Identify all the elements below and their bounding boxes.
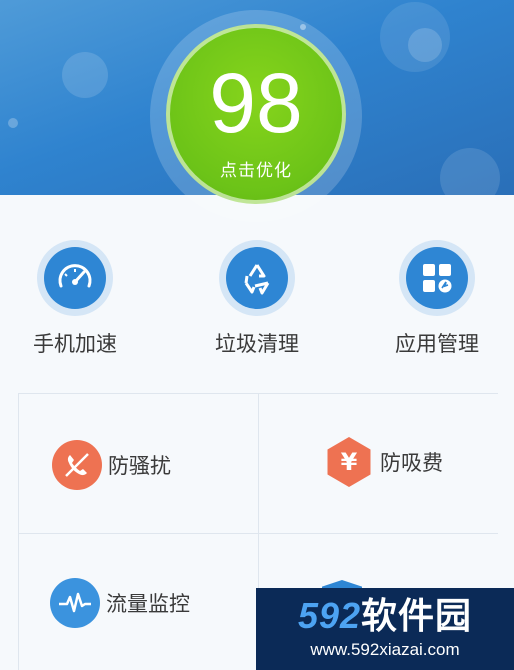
watermark-url: www.592xiazai.com xyxy=(310,640,460,659)
speedometer-icon xyxy=(44,247,106,309)
junk-clean-button[interactable]: 垃圾清理 xyxy=(182,240,332,370)
score-value: 98 xyxy=(209,56,303,150)
watermark-brand-number: 592 xyxy=(297,595,362,636)
feature-label: 防吸费 xyxy=(380,451,443,475)
tool-label: 手机加速 xyxy=(33,332,117,356)
tool-label: 应用管理 xyxy=(395,332,479,356)
anti-fee-button[interactable]: ¥ 防吸费 xyxy=(324,426,443,498)
decor-bubble xyxy=(440,148,500,195)
traffic-monitor-button[interactable]: 流量监控 xyxy=(50,567,190,639)
tool-label: 垃圾清理 xyxy=(215,332,299,356)
decor-bubble xyxy=(62,52,108,98)
anti-harassment-button[interactable]: 防骚扰 xyxy=(52,429,171,501)
feature-label: 防骚扰 xyxy=(108,454,171,478)
pulse-icon xyxy=(50,578,100,628)
watermark-brand-text: 软件园 xyxy=(361,595,473,636)
watermark-brand: 592软件园 xyxy=(256,594,514,638)
recycle-icon xyxy=(226,247,288,309)
optimize-score-button[interactable]: 98 点击优化 xyxy=(166,24,346,204)
divider xyxy=(18,394,19,670)
feature-label: 流量监控 xyxy=(106,592,190,616)
apps-grid-icon xyxy=(406,247,468,309)
decor-bubble xyxy=(408,28,442,62)
watermark-logo: 592软件园 www.592xiazai.com xyxy=(256,588,514,670)
blocked-phone-icon xyxy=(52,440,102,490)
yuan-icon: ¥ xyxy=(327,437,371,487)
phone-boost-button[interactable]: 手机加速 xyxy=(0,240,150,370)
decor-bubble xyxy=(8,118,18,128)
app-manage-button[interactable]: 应用管理 xyxy=(362,240,512,370)
optimize-label: 点击优化 xyxy=(220,161,292,181)
